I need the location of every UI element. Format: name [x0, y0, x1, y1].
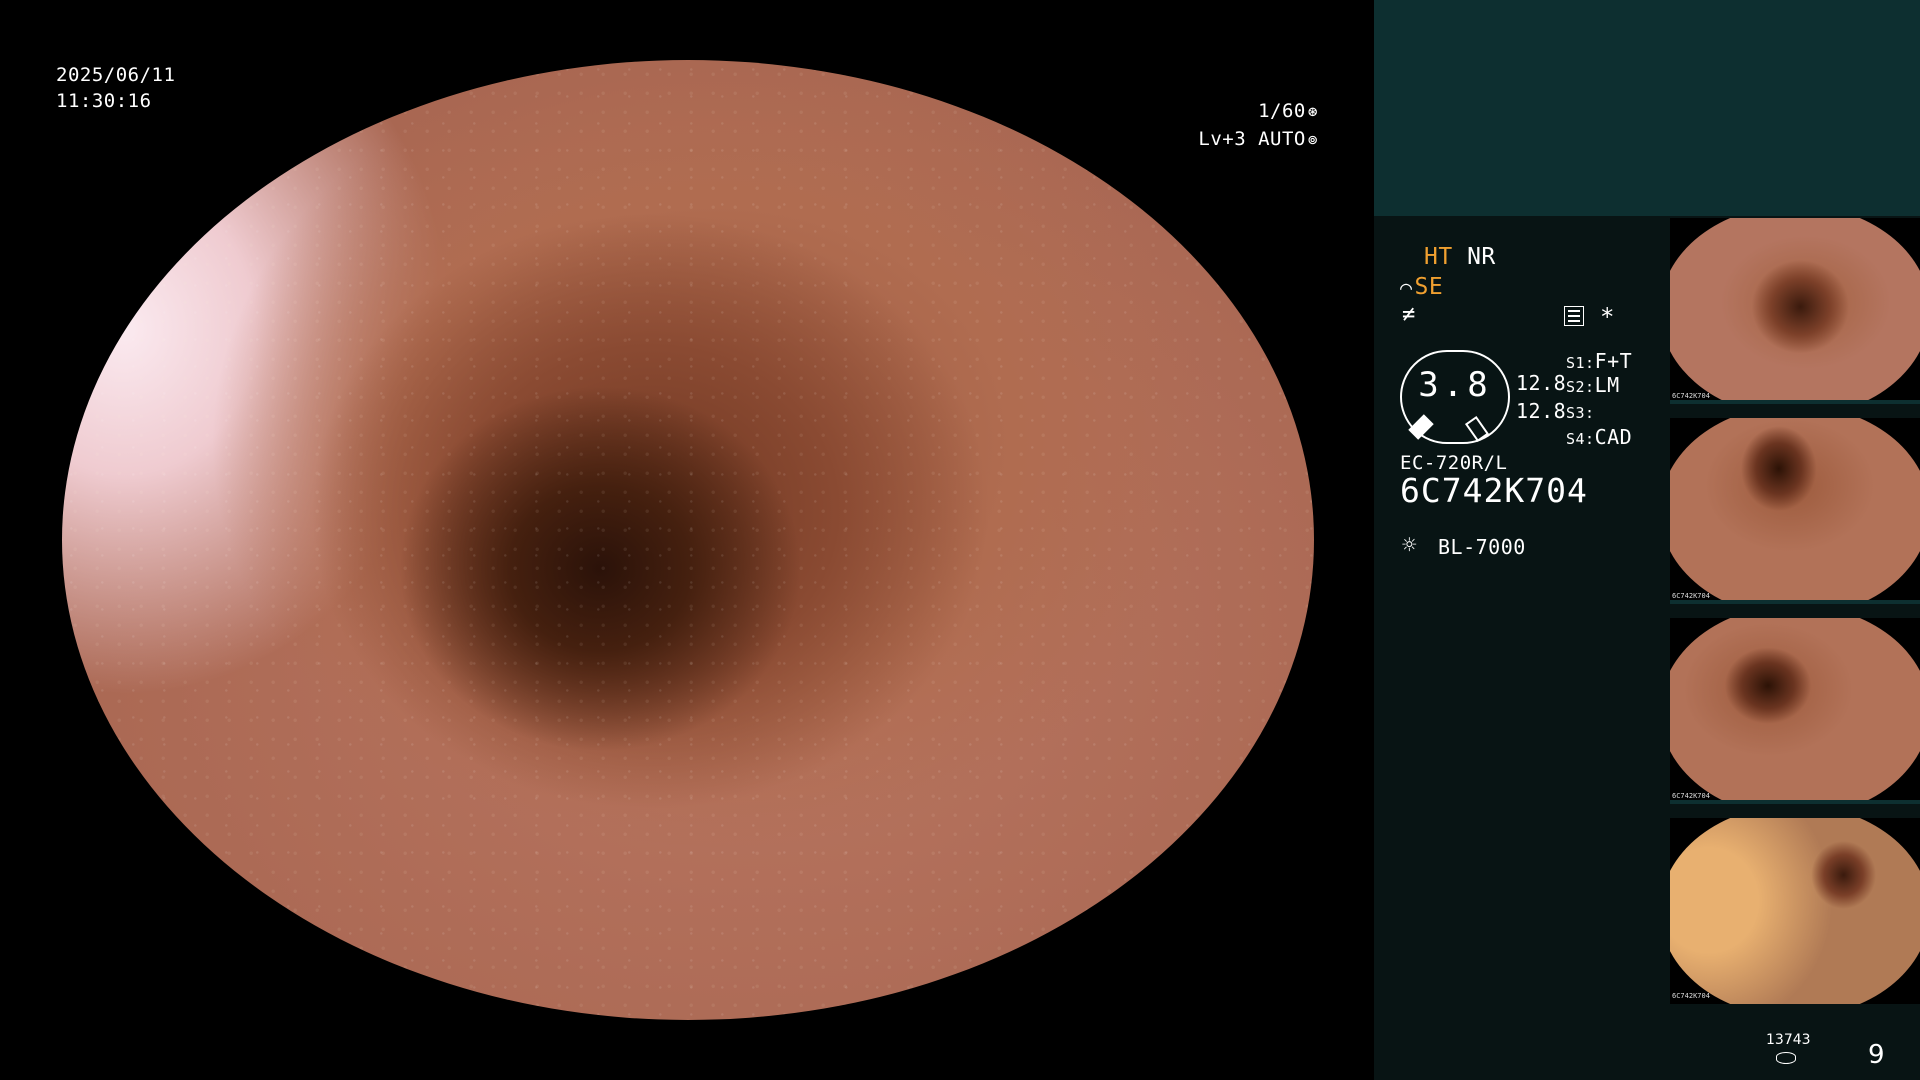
- gauge-value: 3.8: [1418, 365, 1492, 405]
- star-indicator: *: [1600, 303, 1615, 331]
- ht-indicator: HT: [1424, 244, 1453, 270]
- captured-image-thumbnail[interactable]: 6C742K704: [1670, 618, 1920, 804]
- thumbnail-image: [1670, 618, 1920, 804]
- exposure-display: Lv+3 AUTO ⊚: [1198, 126, 1318, 153]
- enhancement-icon: ≠: [1402, 302, 1416, 327]
- shutter-text: 1/60: [1258, 100, 1306, 122]
- thumbnail-caption: 6C742K704: [1672, 792, 1710, 800]
- image-mode-indicator: HT NR: [1424, 244, 1496, 270]
- captured-image-thumbnail[interactable]: 6C742K704: [1670, 418, 1920, 604]
- switch-3: S3:: [1566, 404, 1595, 422]
- storage-icon: [1776, 1052, 1796, 1064]
- value-1: 12.8: [1516, 371, 1567, 395]
- thumbnail-caption: 6C742K704: [1672, 392, 1710, 400]
- light-source-name: BL-7000: [1438, 535, 1526, 559]
- nr-indicator: NR: [1467, 244, 1496, 270]
- date-text: 2025/06/11: [56, 64, 176, 86]
- image-count: 13743: [1766, 1032, 1811, 1048]
- menu-icon: [1564, 306, 1584, 326]
- thumbnail-caption: 6C742K704: [1672, 592, 1710, 600]
- endoscope-view: [62, 60, 1314, 1020]
- switch-4: S4:CAD: [1566, 425, 1633, 449]
- thumbnail-caption: 6C742K704: [1672, 992, 1710, 1000]
- iris-icon: ⊚: [1307, 130, 1318, 149]
- structure-enhancement-indicator: ⌒SE: [1400, 274, 1443, 300]
- level-text: Lv+3: [1198, 128, 1247, 150]
- page-number: 9: [1868, 1040, 1885, 1070]
- structure-icon: ⌒: [1400, 275, 1413, 299]
- time-text: 11:30:16: [56, 90, 152, 112]
- thumbnail-image: [1670, 818, 1920, 1004]
- panel-header: [1374, 0, 1920, 216]
- aperture-icon: ⊛: [1307, 102, 1318, 121]
- scope-serial: 6C742K704: [1400, 471, 1588, 510]
- light-source-icon: ☼: [1402, 531, 1417, 559]
- thumbnail-image: [1670, 218, 1920, 404]
- shutter-display: 1/60 ⊛: [1258, 98, 1318, 125]
- captured-image-thumbnail[interactable]: 6C742K704: [1670, 218, 1920, 404]
- thumbnail-image: [1670, 418, 1920, 604]
- captured-image-thumbnail[interactable]: 6C742K704: [1670, 818, 1920, 1004]
- mode-text: AUTO: [1258, 128, 1306, 150]
- thumbnail-bar: [1670, 800, 1920, 804]
- thumbnail-bar: [1670, 600, 1920, 604]
- thumbnail-bar: [1670, 400, 1920, 404]
- switch-2: S2:LM: [1566, 373, 1620, 397]
- value-2: 12.8: [1516, 399, 1567, 423]
- datetime-display: 2025/06/11 11:30:16: [56, 62, 175, 114]
- se-indicator: SE: [1414, 274, 1444, 300]
